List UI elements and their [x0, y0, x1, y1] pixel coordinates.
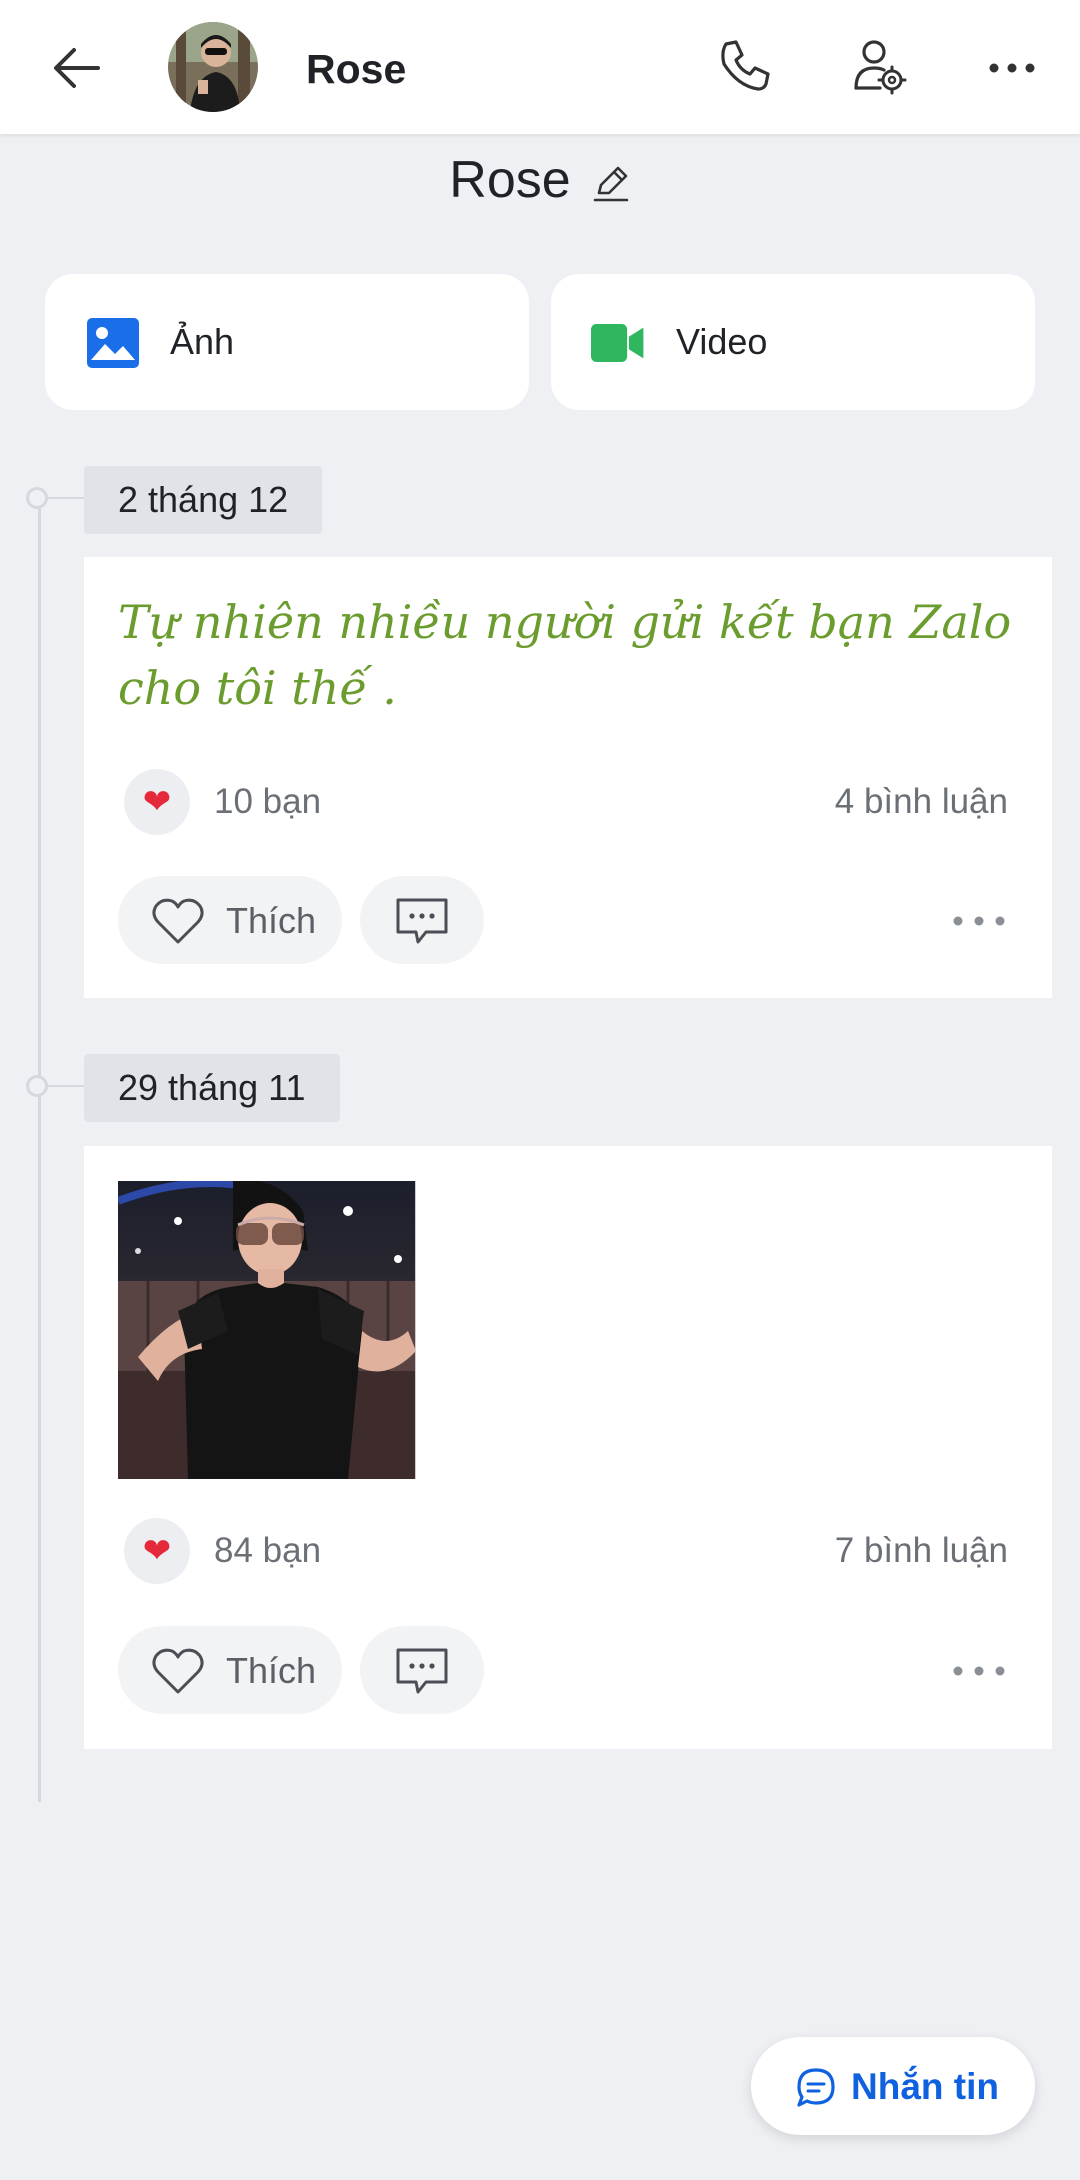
heart-outline-icon [152, 1648, 204, 1694]
comment-bubble-icon [396, 1648, 448, 1694]
more-icon[interactable] [980, 34, 1044, 98]
post-text: Tự nhiên nhiều người gửi kết bạn Zalo ch… [118, 595, 1012, 715]
heart-outline-icon [152, 898, 204, 944]
image-icon [87, 318, 139, 368]
phone-icon[interactable] [712, 34, 776, 98]
post-photo[interactable] [118, 1181, 416, 1479]
timeline-connector [48, 1085, 84, 1087]
like-label: Thích [226, 1650, 317, 1691]
video-label: Video [676, 321, 768, 362]
photo-button[interactable]: Ảnh [45, 274, 529, 410]
back-arrow-icon[interactable] [48, 38, 108, 98]
photo-label: Ảnh [170, 321, 235, 362]
like-label: Thích [226, 900, 317, 941]
heart-reaction-icon[interactable]: ❤ [124, 769, 190, 835]
comment-count[interactable]: 4 bình luận [835, 782, 1008, 822]
top-bar: Rose [0, 0, 1080, 134]
comment-bubble-icon [396, 898, 448, 944]
heart-reaction-icon[interactable]: ❤ [124, 1518, 190, 1584]
comment-button[interactable] [360, 1626, 484, 1714]
timeline-line [38, 490, 41, 1802]
message-button[interactable]: Nhắn tin [751, 2037, 1035, 2135]
post-more-icon[interactable] [952, 911, 1006, 931]
message-label: Nhắn tin [851, 2066, 999, 2107]
avatar[interactable] [168, 22, 258, 112]
video-camera-icon [591, 324, 644, 362]
timeline-dot [26, 1075, 48, 1097]
video-button[interactable]: Video [551, 274, 1035, 410]
reaction-count[interactable]: 10 bạn [214, 782, 321, 822]
post-card[interactable]: ❤ 84 bạn 7 bình luận Thích [84, 1146, 1052, 1749]
comment-count[interactable]: 7 bình luận [835, 1531, 1008, 1571]
timeline-connector [48, 497, 84, 499]
post-more-icon[interactable] [952, 1661, 1006, 1681]
edit-pencil-icon[interactable] [591, 163, 631, 203]
timeline-dot [26, 487, 48, 509]
like-button[interactable]: Thích [118, 1626, 342, 1714]
chat-bubble-icon [797, 2068, 835, 2107]
date-chip: 29 tháng 11 [84, 1054, 340, 1122]
profile-name: Rose [0, 150, 1080, 210]
user-settings-icon[interactable] [846, 34, 910, 98]
post-card[interactable]: Tự nhiên nhiều người gửi kết bạn Zalo ch… [84, 557, 1052, 998]
header-title: Rose [306, 46, 407, 92]
reaction-count[interactable]: 84 bạn [214, 1531, 321, 1571]
like-button[interactable]: Thích [118, 876, 342, 964]
date-chip: 2 tháng 12 [84, 466, 323, 534]
comment-button[interactable] [360, 876, 484, 964]
profile-name-text: Rose [449, 151, 571, 209]
